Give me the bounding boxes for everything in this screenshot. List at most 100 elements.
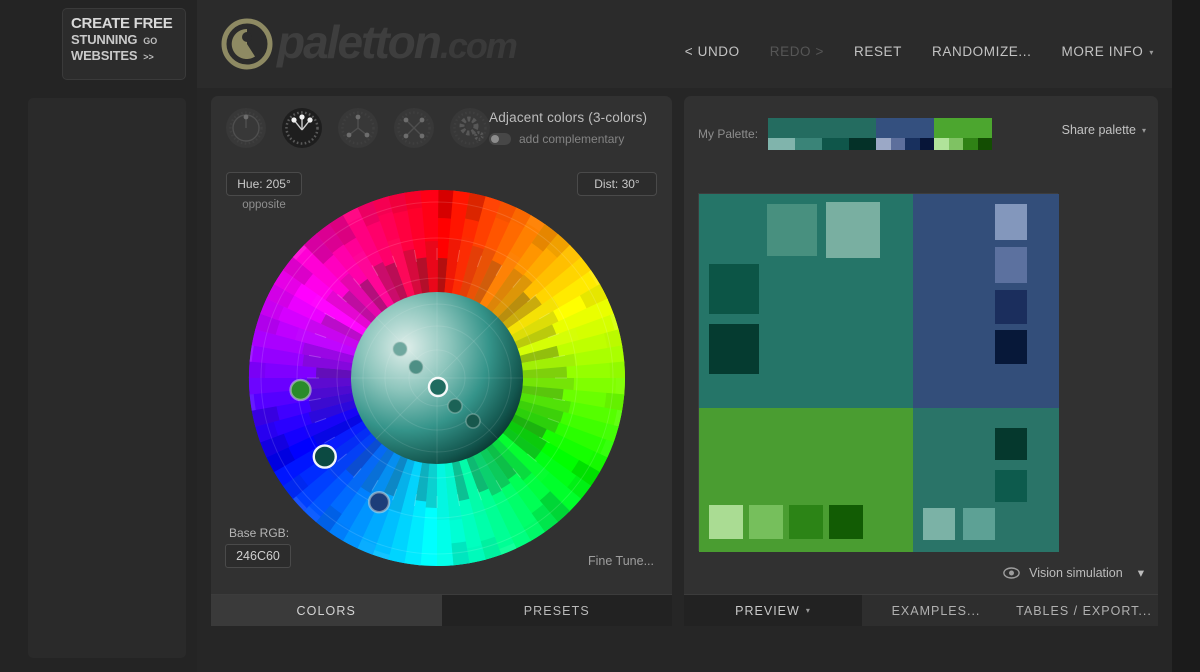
scheme-name-label: Adjacent colors (3-colors) xyxy=(489,110,679,125)
my-palette-bar: My Palette: xyxy=(698,118,992,150)
color-sample-dot[interactable] xyxy=(448,399,462,413)
redo-button[interactable]: REDO > xyxy=(770,44,824,59)
preview-swatch[interactable] xyxy=(826,202,880,258)
toggle-switch-icon xyxy=(489,133,511,145)
chevron-down-icon: ▾ xyxy=(806,606,811,615)
logo-name: paletton xyxy=(277,16,440,68)
preview-swatch[interactable] xyxy=(829,505,863,539)
palette-shade-swatch[interactable] xyxy=(963,138,978,150)
palette-shade-swatch[interactable] xyxy=(849,138,876,150)
preview-quadrant-teal[interactable] xyxy=(699,194,913,408)
palette-main-swatch[interactable] xyxy=(934,118,992,138)
site-logo[interactable]: paletton.com xyxy=(221,17,516,71)
chevron-down-icon: ▾ xyxy=(1149,48,1154,57)
preview-swatch[interactable] xyxy=(995,290,1027,324)
preview-panel: My Palette: Share palette▾ Vision simula… xyxy=(684,96,1158,626)
color-sample-dot[interactable] xyxy=(393,342,407,356)
ad-arrows: >> xyxy=(143,52,154,62)
preview-quadrant-green[interactable] xyxy=(699,408,913,552)
color-sample-dot[interactable] xyxy=(409,360,423,374)
palette-shade-swatch[interactable] xyxy=(891,138,906,150)
share-palette-button[interactable]: Share palette▾ xyxy=(1062,123,1146,137)
ad-placeholder-block[interactable] xyxy=(28,98,186,658)
palette-preview[interactable] xyxy=(698,193,1058,551)
preview-swatch[interactable] xyxy=(709,264,759,314)
freestyle-scheme-icon[interactable] xyxy=(450,108,490,148)
palette-shade-swatch[interactable] xyxy=(795,138,822,150)
hue-marker[interactable] xyxy=(291,380,311,400)
preview-quadrant-teal-dark[interactable] xyxy=(913,408,1059,552)
preview-swatch[interactable] xyxy=(995,470,1027,502)
monochromatic-scheme-icon[interactable] xyxy=(226,108,266,148)
base-rgb-label: Base RGB: xyxy=(229,526,291,540)
palette-main-swatch[interactable] xyxy=(768,118,876,138)
hue-marker[interactable] xyxy=(314,446,336,468)
base-rgb-control: Base RGB: 246C60 xyxy=(225,526,291,568)
palette-group[interactable] xyxy=(934,118,992,150)
palette-shade-swatch[interactable] xyxy=(949,138,964,150)
preview-swatch[interactable] xyxy=(923,508,955,540)
palette-shade-swatch[interactable] xyxy=(876,138,891,150)
share-palette-label: Share palette xyxy=(1062,123,1136,137)
vision-simulation-label: Vision simulation xyxy=(1029,566,1123,580)
more-info-button[interactable]: MORE INFO▾ xyxy=(1061,44,1154,59)
left-panel-tabs: COLORS PRESETS xyxy=(211,594,672,626)
tetrad-scheme-icon[interactable] xyxy=(394,108,434,148)
scheme-selector xyxy=(226,108,490,148)
chevron-down-icon: ▾ xyxy=(1138,565,1144,580)
triad-scheme-icon[interactable] xyxy=(338,108,378,148)
palette-shade-swatch[interactable] xyxy=(905,138,920,150)
logo-wordmark: paletton.com xyxy=(277,17,516,71)
ad-subline-2: WEBSITES xyxy=(71,48,137,64)
reset-button[interactable]: RESET xyxy=(854,44,902,59)
palette-main-swatch[interactable] xyxy=(876,118,934,138)
palette-shade-swatch[interactable] xyxy=(768,138,795,150)
base-rgb-input[interactable]: 246C60 xyxy=(225,544,291,568)
hue-marker[interactable] xyxy=(369,492,389,512)
scheme-info: Adjacent colors (3-colors) add complemen… xyxy=(489,110,679,146)
preview-swatch[interactable] xyxy=(995,428,1027,460)
tab-preview-label: PREVIEW xyxy=(735,604,800,618)
add-complementary-label: add complementary xyxy=(519,132,624,146)
palette-shade-swatch[interactable] xyxy=(920,138,935,150)
tab-examples[interactable]: EXAMPLES... xyxy=(862,594,1010,626)
paletton-app-page: CREATE FREE STUNNING GO WEBSITES >> xyxy=(0,0,1200,672)
palette-shade-swatch[interactable] xyxy=(822,138,849,150)
tab-tables-export[interactable]: TABLES / EXPORT... xyxy=(1010,594,1158,626)
ad-subline-1: STUNNING xyxy=(71,32,137,48)
logo-tld: .com xyxy=(440,25,516,66)
color-sample-dot[interactable] xyxy=(429,378,447,396)
tab-colors[interactable]: COLORS xyxy=(211,594,442,626)
preview-swatch[interactable] xyxy=(767,204,817,256)
fine-tune-link[interactable]: Fine Tune... xyxy=(588,554,654,568)
ad-banner[interactable]: CREATE FREE STUNNING GO WEBSITES >> xyxy=(62,8,186,80)
palette-strip[interactable] xyxy=(768,118,992,150)
add-complementary-toggle[interactable]: add complementary xyxy=(489,132,679,146)
preview-swatch[interactable] xyxy=(963,508,995,540)
preview-swatch[interactable] xyxy=(789,505,823,539)
preview-swatch[interactable] xyxy=(709,324,759,374)
right-panel-tabs: PREVIEW ▾ EXAMPLES... TABLES / EXPORT... xyxy=(684,594,1158,626)
preview-quadrant-blue[interactable] xyxy=(913,194,1059,408)
preview-swatch[interactable] xyxy=(995,204,1027,240)
paletton-logo-icon xyxy=(221,18,273,70)
color-wheel-svg[interactable] xyxy=(237,178,637,578)
palette-shade-swatch[interactable] xyxy=(978,138,993,150)
preview-swatch[interactable] xyxy=(709,505,743,539)
preview-swatch[interactable] xyxy=(749,505,783,539)
randomize-button[interactable]: RANDOMIZE... xyxy=(932,44,1031,59)
color-sample-dot[interactable] xyxy=(466,414,480,428)
undo-button[interactable]: < UNDO xyxy=(685,44,740,59)
top-bar: paletton.com < UNDO REDO > RESET RANDOMI… xyxy=(197,0,1172,88)
color-wheel[interactable] xyxy=(237,178,637,578)
adjacent-scheme-icon[interactable] xyxy=(282,108,322,148)
palette-shade-swatch[interactable] xyxy=(934,138,949,150)
ad-sidebar: CREATE FREE STUNNING GO WEBSITES >> xyxy=(0,0,197,672)
palette-group[interactable] xyxy=(768,118,876,150)
preview-swatch[interactable] xyxy=(995,247,1027,283)
palette-group[interactable] xyxy=(876,118,934,150)
tab-presets[interactable]: PRESETS xyxy=(442,594,673,626)
preview-swatch[interactable] xyxy=(995,330,1027,364)
tab-preview[interactable]: PREVIEW ▾ xyxy=(684,594,862,626)
vision-simulation-button[interactable]: Vision simulation ▾ xyxy=(1003,565,1144,580)
